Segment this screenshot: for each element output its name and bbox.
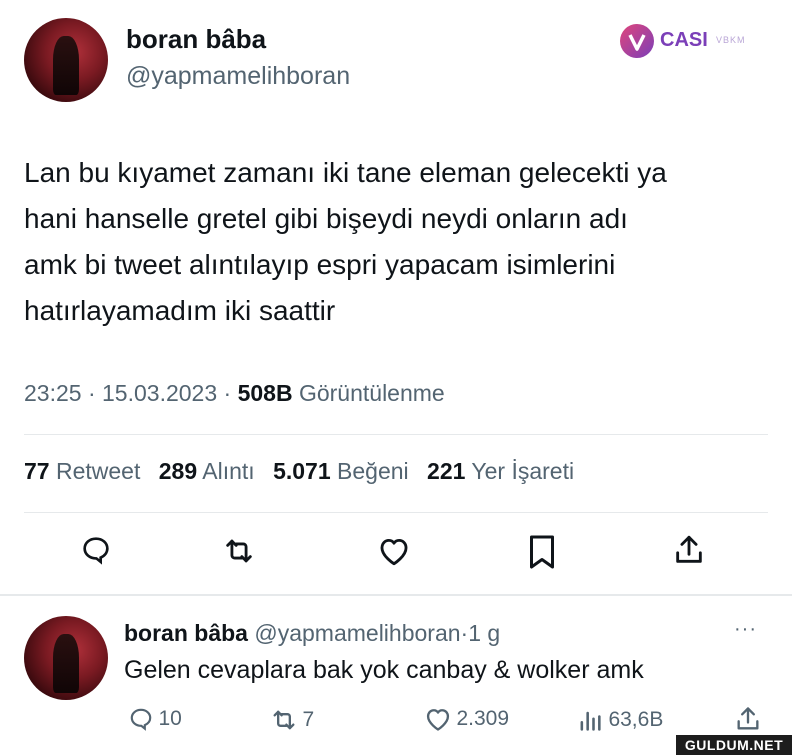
bookmarks-stat[interactable]: 221 Yer İşareti <box>427 458 574 484</box>
retweet-icon <box>273 710 295 730</box>
tweet-text-line: Lan bu kıyamet zamanı iki tane eleman ge… <box>24 157 667 188</box>
tweet-text-line: hani hanselle gretel gibi bişeydi neydi … <box>24 203 628 234</box>
views-label: Görüntülenme <box>298 380 445 406</box>
casi-logo-text: CASI <box>660 29 708 51</box>
reply-action-reply[interactable]: 10 <box>128 706 182 734</box>
divider <box>24 434 768 435</box>
likes-stat[interactable]: 5.071 Beğeni <box>273 458 415 484</box>
reply-author-name[interactable]: boran bâba <box>124 620 248 646</box>
more-icon[interactable]: ··· <box>734 618 757 641</box>
likes-label: Beğeni <box>337 458 409 484</box>
meta-separator: · <box>87 380 96 406</box>
quotes-stat[interactable]: 289 Alıntı <box>159 458 261 484</box>
retweets-stat[interactable]: 77 Retweet <box>24 458 147 484</box>
reply-header: boran bâba @yapmamelihboran·1 g <box>124 620 500 647</box>
bookmarks-label: Yer İşareti <box>471 458 575 484</box>
reply-icon <box>130 708 152 731</box>
likes-count: 5.071 <box>273 458 331 484</box>
share-icon[interactable] <box>734 704 762 734</box>
reply-author-handle[interactable]: @yapmamelihboran <box>254 620 460 646</box>
casi-watermark-logo: CASI VBKM <box>620 24 770 58</box>
views-count: 63,6B <box>608 708 664 731</box>
like-count: 2.309 <box>456 707 510 730</box>
tweet-text: Lan bu kıyamet zamanı iki tane eleman ge… <box>24 150 667 334</box>
bookmarks-count: 221 <box>427 458 466 484</box>
tweet-meta: 23:25 · 15.03.2023 · 508B Görüntülenme <box>24 380 445 407</box>
divider <box>24 512 768 513</box>
reply-action-like[interactable]: 2.309 <box>424 706 509 734</box>
site-watermark: GULDUM.NET <box>676 735 792 755</box>
retweets-count: 77 <box>24 458 50 484</box>
tweet-date[interactable]: 15.03.2023 <box>102 380 217 406</box>
tweet-text-line: amk bi tweet alıntılayıp espri yapacam i… <box>24 249 616 280</box>
reply-age[interactable]: 1 g <box>468 620 500 646</box>
casi-logo-icon <box>620 24 654 58</box>
reply-action-retweet[interactable]: 7 <box>270 706 314 734</box>
quotes-label: Alıntı <box>202 458 255 484</box>
retweets-label: Retweet <box>55 458 141 484</box>
reply-text: Gelen cevaplara bak yok canbay & wolker … <box>124 656 644 684</box>
retweet-icon[interactable] <box>222 534 256 568</box>
like-icon[interactable] <box>377 535 411 567</box>
views-count: 508B <box>237 380 293 406</box>
retweet-count: 7 <box>302 708 315 731</box>
reply-icon[interactable] <box>80 534 112 566</box>
share-icon[interactable] <box>672 532 706 568</box>
section-separator <box>0 594 792 596</box>
reply-author-avatar[interactable] <box>24 616 108 700</box>
author-name[interactable]: boran bâba <box>126 24 266 55</box>
tweet-text-line: hatırlayamadım iki saattir <box>24 295 336 326</box>
bookmark-icon[interactable] <box>527 534 557 570</box>
author-avatar[interactable] <box>24 18 108 102</box>
views-icon <box>580 711 601 731</box>
quotes-count: 289 <box>158 458 198 484</box>
meta-separator: · <box>223 380 232 406</box>
tweet-time[interactable]: 23:25 <box>24 380 82 406</box>
casi-logo-suffix: VBKM <box>716 35 746 45</box>
author-handle[interactable]: @yapmamelihboran <box>126 62 350 91</box>
reply-action-views[interactable]: 63,6B <box>576 706 663 734</box>
stats-row: 77 Retweet 289 Alıntı 5.071 Beğeni 221 Y… <box>24 458 574 485</box>
reply-count: 10 <box>158 707 182 730</box>
like-icon <box>426 709 450 731</box>
